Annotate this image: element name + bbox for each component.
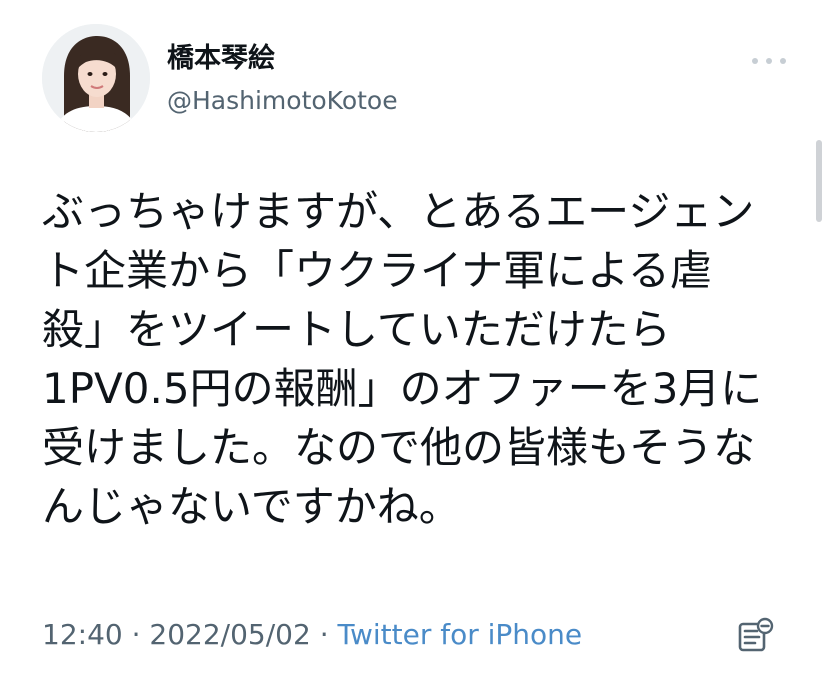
tweet-text-line: んじゃないですかね。 [42, 482, 461, 531]
avatar[interactable] [42, 24, 150, 132]
tweet-text-line: ト企業から「ウクライナ軍による虐 [42, 246, 712, 295]
tweet-text: ぶっちゃけますが、とあるエージェン ト企業から「ウクライナ軍による虐 殺」をツイ… [42, 182, 790, 536]
tweet-text-line: 1PV0.5円の報酬」のオファーを3月に [42, 364, 763, 413]
more-dot [752, 58, 758, 64]
tweet-source-link[interactable]: Twitter for iPhone [338, 618, 583, 651]
tweet-text-line: 殺」をツイートしていただけたら [42, 305, 671, 354]
tweet-analytics-icon[interactable] [736, 616, 776, 656]
tweet-text-line: ぶっちゃけますが、とあるエージェン [42, 187, 755, 236]
meta-separator: · [310, 618, 338, 651]
tweet-text-line: 受けました。なので他の皆様もそうな [42, 423, 756, 472]
tweet-meta: 12:40 · 2022/05/02 · Twitter for iPhone [42, 615, 582, 655]
more-dot [766, 58, 772, 64]
avatar-photo [42, 24, 150, 132]
more-dot [780, 58, 786, 64]
author-handle[interactable]: @HashimotoKotoe [167, 85, 398, 117]
author-display-name[interactable]: 橋本琴絵 [167, 42, 275, 76]
tweet-time[interactable]: 12:40 [42, 618, 123, 651]
tweet-date[interactable]: 2022/05/02 [149, 618, 310, 651]
meta-separator: · [122, 618, 150, 651]
scrollbar[interactable] [816, 140, 822, 222]
more-horizontal-icon[interactable] [752, 50, 786, 72]
